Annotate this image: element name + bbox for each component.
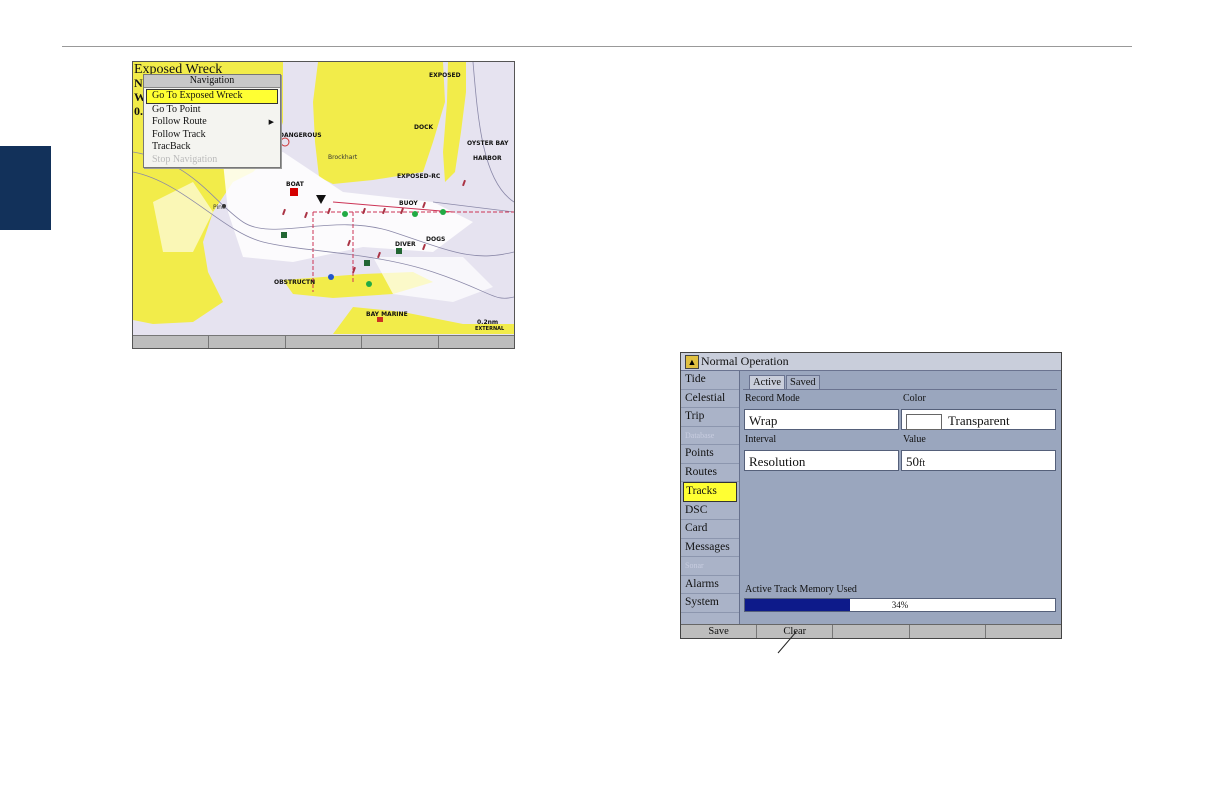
menu-item-tracback[interactable]: TracBack: [144, 141, 280, 154]
sidebar-item-tide[interactable]: Tide: [681, 371, 739, 390]
map-softkey-4[interactable]: [362, 335, 439, 348]
tab-active[interactable]: Active: [749, 375, 785, 389]
interval-field[interactable]: Resolution: [744, 450, 899, 471]
value-unit: ft: [919, 458, 926, 469]
label-obstruction: OBSTRUCTN: [274, 279, 316, 286]
scale-readout: 0.2nm: [477, 319, 499, 326]
waypoint-distance: 0.: [134, 104, 143, 118]
sidebar-item-sonar: Sonar: [681, 557, 739, 576]
sidebar-item-tracks[interactable]: Tracks: [683, 482, 737, 502]
sidebar-item-card[interactable]: Card: [681, 520, 739, 539]
label-exposed: EXPOSED: [429, 72, 461, 79]
map-softkey-2[interactable]: [209, 335, 286, 348]
chapter-tab: [0, 146, 51, 230]
label-diver: DIVER: [395, 241, 416, 248]
overzoom-label: EXTERNAL: [475, 326, 505, 332]
color-value: Transparent: [948, 413, 1010, 428]
sidebar-item-database: Database: [681, 427, 739, 445]
color-field[interactable]: Transparent: [901, 409, 1056, 431]
softkey-bar: Save Clear: [681, 624, 1061, 638]
sidebar-item-dsc[interactable]: DSC: [681, 502, 739, 520]
value-field[interactable]: 50ft: [901, 450, 1056, 471]
mode-icon: ▲: [685, 355, 699, 369]
value-number: 50: [906, 454, 919, 469]
map-softkey-3[interactable]: [285, 335, 363, 348]
color-swatch: [906, 414, 942, 431]
record-mode-field[interactable]: Wrap: [744, 409, 899, 430]
label-harbor: HARBOR: [473, 155, 502, 162]
tracks-panel: Active Saved Record Mode Color Wrap Tran…: [741, 371, 1059, 624]
screen-title: Normal Operation: [701, 354, 789, 368]
sidebar-item-trip[interactable]: Trip: [681, 408, 739, 427]
tab-saved[interactable]: Saved: [786, 375, 820, 389]
waypoint-latitude: N: [134, 76, 143, 90]
menu-item-follow-track[interactable]: Follow Track: [144, 129, 280, 142]
svg-text:Pine: Pine: [213, 204, 226, 211]
map-softkey-bar: [133, 335, 514, 348]
menu-item-follow-route[interactable]: Follow Route ▶: [144, 116, 280, 129]
sidebar-item-points[interactable]: Points: [681, 445, 739, 464]
sidebar-item-messages[interactable]: Messages: [681, 539, 739, 557]
label-exposed-rc: EXPOSED-RC: [397, 173, 441, 180]
navigation-menu[interactable]: Navigation Go To Exposed Wreck Go To Poi…: [143, 74, 281, 168]
color-label: Color: [903, 393, 926, 404]
menu-item-follow-route-label: Follow Route: [152, 116, 207, 127]
tracks-screen[interactable]: ▲ Normal Operation Tide Celestial Trip D…: [680, 352, 1062, 639]
tab-divider: [743, 389, 1057, 390]
label-dogs: DOGS: [426, 236, 446, 243]
interval-label: Interval: [745, 434, 777, 445]
menu-item-go-to-point[interactable]: Go To Point: [144, 104, 280, 117]
header-rule: [62, 46, 1132, 47]
memory-used-label: Active Track Memory Used: [745, 584, 857, 595]
submenu-arrow-icon: ▶: [268, 118, 274, 126]
memory-percent-text: 34%: [891, 600, 909, 610]
softkey-4[interactable]: [910, 625, 986, 638]
menu-item-go-to-exposed-wreck[interactable]: Go To Exposed Wreck: [146, 89, 278, 104]
value-label: Value: [903, 434, 926, 445]
label-buoy: BUOY: [399, 200, 418, 207]
sidebar-item-celestial[interactable]: Celestial: [681, 390, 739, 408]
record-mode-label: Record Mode: [745, 393, 800, 404]
title-bar: ▲ Normal Operation: [681, 353, 1061, 371]
label-bay-marine: BAY MARINE: [366, 311, 408, 318]
label-dock: DOCK: [414, 124, 434, 131]
label-boat: BOAT: [286, 181, 304, 188]
label-dangerous: DANGEROUS: [279, 132, 322, 139]
menu-item-stop-navigation: Stop Navigation: [152, 153, 218, 165]
clear-softkey[interactable]: Clear: [757, 625, 834, 638]
sidebar: Tide Celestial Trip Database Points Rout…: [681, 371, 740, 624]
map-softkey-1[interactable]: [133, 335, 210, 348]
sidebar-item-system[interactable]: System: [681, 594, 739, 613]
map-screen[interactable]: Brockhart Pine EXPOSED DANGEROUS DOCK OY…: [132, 61, 515, 349]
save-softkey[interactable]: Save: [681, 625, 758, 638]
softkey-3[interactable]: [833, 625, 910, 638]
svg-text:Brockhart: Brockhart: [328, 154, 358, 161]
memory-progress-bar: 34%: [744, 598, 1056, 612]
map-softkey-5[interactable]: [438, 335, 514, 348]
softkey-5[interactable]: [986, 625, 1061, 638]
tab-bar: Active Saved: [749, 375, 821, 389]
sidebar-item-routes[interactable]: Routes: [681, 464, 739, 482]
sidebar-item-alarms[interactable]: Alarms: [681, 576, 739, 594]
label-oyster-bay: OYSTER BAY: [467, 140, 509, 147]
navigation-menu-title: Navigation: [144, 75, 280, 88]
